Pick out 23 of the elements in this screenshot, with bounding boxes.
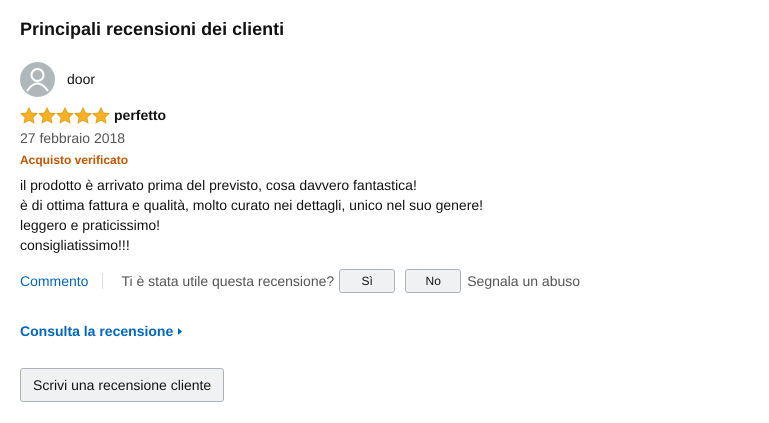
see-review-link[interactable]: Consulta la recensione (20, 321, 174, 342)
yes-button[interactable]: Sì (339, 269, 396, 293)
star-icon (92, 107, 110, 124)
review-date: 27 febbraio 2018 (20, 129, 126, 148)
caret-icon (178, 328, 182, 335)
section-heading: Principali recensioni dei clienti (20, 18, 286, 41)
helpful-question: Ti è stata utile questa recensione? (120, 272, 336, 291)
comment-link[interactable]: Commento (20, 270, 102, 292)
review-text: consigliatissimo!!! (20, 236, 131, 255)
review-text: è di ottima fattura e qualità, molto curato nei dettagli, unico nel suo genere! (20, 196, 484, 215)
review-text: leggero e praticissimo! (20, 216, 162, 235)
reviewer-name: door (67, 70, 96, 89)
no-button[interactable]: No (405, 269, 462, 293)
write-review-button[interactable]: Scrivi una recensione cliente (20, 368, 224, 402)
star-icon (20, 107, 38, 124)
star-icon (74, 107, 92, 124)
verified-purchase-label: Acquisto verificato (20, 152, 130, 169)
review-title[interactable]: perfetto (114, 105, 166, 126)
star-icon (56, 107, 74, 124)
report-abuse-link[interactable]: Segnala un abuso (467, 270, 580, 292)
avatar-icon (20, 62, 55, 97)
review-text: il prodotto è arrivato prima del previsto, cosa davvero fantastica! (20, 176, 418, 195)
star-icon (38, 107, 56, 124)
